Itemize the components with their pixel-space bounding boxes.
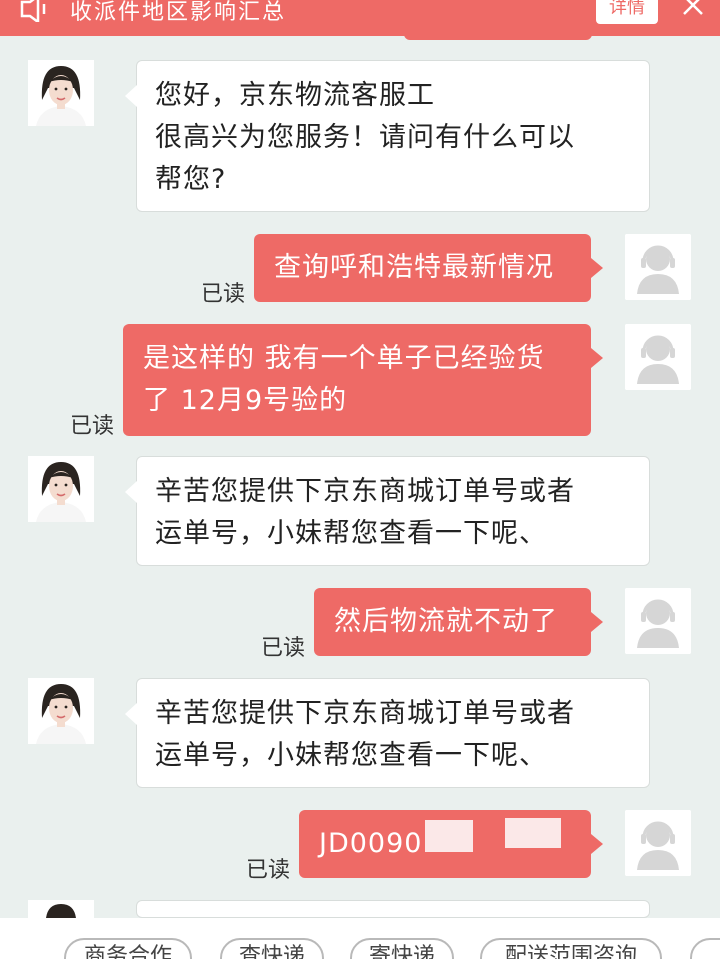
message-line: 辛苦您提供下京东商城订单号或者: [155, 698, 575, 729]
quick-reply-chip[interactable]: 配送范围咨询: [480, 938, 662, 959]
notice-banner[interactable]: 收派件地区影响汇总 详情: [0, 0, 720, 36]
agent-avatar[interactable]: [28, 678, 94, 744]
user-avatar[interactable]: [625, 810, 691, 876]
user-message-bubble[interactable]: JD0090: [299, 810, 603, 878]
redaction-mask: [425, 820, 473, 852]
message-text: 然后物流就不动了: [334, 606, 558, 637]
message-line: 是这样的 我有一个单子已经验货: [143, 343, 545, 374]
user-message-bubble[interactable]: 查询呼和浩特最新情况: [254, 234, 603, 302]
message-line: 运单号，小妹帮您查看一下呢、: [155, 518, 547, 549]
user-headset-icon: [625, 810, 691, 876]
agent-portrait-icon: [28, 900, 94, 918]
message-text: JD0090: [319, 828, 423, 859]
close-icon[interactable]: [680, 0, 706, 18]
message-line: 帮您?: [155, 164, 227, 195]
read-status: 已读: [246, 858, 291, 883]
user-message-bubble[interactable]: 是这样的 我有一个单子已经验货 了 12月9号验的: [123, 324, 603, 436]
read-status: 已读: [261, 636, 306, 661]
agent-avatar[interactable]: [28, 60, 94, 126]
message-line: 运单号，小妹帮您查看一下呢、: [155, 740, 547, 771]
agent-message-bubble[interactable]: 辛苦您提供下京东商城订单号或者 运单号，小妹帮您查看一下呢、: [125, 678, 650, 788]
user-headset-icon: [625, 588, 691, 654]
agent-avatar[interactable]: [28, 456, 94, 522]
quick-reply-chip[interactable]: 寄快递: [350, 938, 454, 959]
agent-message-bubble[interactable]: 辛苦您提供下京东商城订单号或者 运单号，小妹帮您查看一下呢、: [125, 456, 650, 566]
user-headset-icon: [625, 324, 691, 390]
agent-message-bubble[interactable]: [125, 900, 650, 947]
user-message-bubble[interactable]: 然后物流就不动了: [314, 588, 603, 656]
message-line: 很高兴为您服务！请问有什么可以: [155, 122, 575, 153]
agent-portrait-icon: [28, 678, 94, 744]
message-text: 查询呼和浩特最新情况: [274, 252, 554, 283]
speaker-icon: [20, 0, 46, 22]
agent-message-bubble[interactable]: 您好，京东物流客服工 很高兴为您服务！请问有什么可以 帮您?: [125, 60, 650, 212]
quick-reply-chip[interactable]: 查快递: [220, 938, 324, 959]
detail-button[interactable]: 详情: [596, 0, 658, 24]
user-avatar[interactable]: [625, 234, 691, 300]
message-line: 辛苦您提供下京东商城订单号或者: [155, 476, 575, 507]
read-status: 已读: [70, 414, 115, 439]
agent-portrait-icon: [28, 60, 94, 126]
user-avatar[interactable]: [625, 324, 691, 390]
quick-reply-chip[interactable]: 商务合作: [64, 938, 192, 959]
redaction-mask: [505, 818, 561, 848]
quick-reply-bar: 商务合作 查快递 寄快递 配送范围咨询: [0, 918, 720, 959]
banner-divider: [404, 34, 592, 40]
agent-avatar[interactable]: [28, 900, 94, 918]
user-avatar[interactable]: [625, 588, 691, 654]
quick-reply-chip-partial[interactable]: [690, 938, 720, 959]
message-line: 您好，京东物流客服工: [155, 80, 435, 111]
message-line: 了 12月9号验的: [143, 385, 348, 416]
read-status: 已读: [201, 282, 246, 307]
agent-portrait-icon: [28, 456, 94, 522]
banner-title: 收派件地区影响汇总: [70, 0, 287, 25]
user-headset-icon: [625, 234, 691, 300]
